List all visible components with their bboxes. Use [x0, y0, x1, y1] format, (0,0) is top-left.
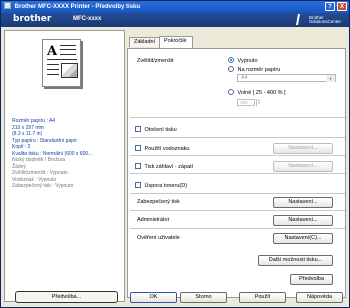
- summary-line: Zabezpečený tisk : Vypnuto: [12, 183, 74, 189]
- preview-image-icon: [61, 63, 78, 78]
- section-divider: [130, 193, 345, 194]
- fit-paper-option[interactable]: Na rozměr papíru: [228, 66, 280, 73]
- close-window-button[interactable]: X: [337, 2, 347, 11]
- toner-save-label: Úspora toneru(D): [144, 183, 188, 189]
- administrator-settings-button[interactable]: Nastavení...: [273, 215, 333, 226]
- scale-off-label: Vypnuto: [237, 58, 258, 64]
- header-footer-option[interactable]: Tisk záhlaví - zápatí: [135, 163, 193, 170]
- preview-line: [60, 45, 76, 46]
- paper-preview: A: [42, 39, 81, 87]
- section-divider: [130, 173, 345, 174]
- secure-print-label: Zabezpečený tisk: [137, 199, 180, 205]
- brother-brand-bar: brother MFC-xxxx Brother SolutionsCenter: [1, 13, 349, 27]
- section-divider: [130, 210, 345, 211]
- checkbox-icon[interactable]: [135, 145, 141, 151]
- other-print-options-button[interactable]: Další možnosti tisku...: [258, 255, 333, 266]
- checkbox-icon[interactable]: [135, 163, 141, 169]
- spin-arrow-icon[interactable]: ▲ ▼: [256, 99, 261, 106]
- secure-print-settings-button[interactable]: Nastavení...: [273, 197, 333, 208]
- paper-size-select[interactable]: A4 ▼: [237, 74, 336, 82]
- watermark-settings-button[interactable]: Nastavení...: [273, 143, 333, 154]
- left-default-button[interactable]: Předvolba...: [15, 291, 118, 303]
- reverse-print-label: Otočení tisku: [144, 127, 177, 133]
- preview-line: [60, 54, 76, 55]
- print-preferences-window: Brother MFC-XXXX Printer - Předvolby tis…: [0, 0, 350, 308]
- checkbox-icon[interactable]: [135, 126, 141, 132]
- section-divider: [130, 228, 345, 229]
- header-footer-label: Tisk záhlaví - zápatí: [144, 164, 194, 170]
- help-button[interactable]: Nápověda: [296, 292, 343, 303]
- section-divider: [130, 137, 345, 138]
- tab-advanced[interactable]: Pokročilé: [159, 36, 193, 48]
- window-title: Brother MFC-XXXX Printer - Předvolby tis…: [14, 4, 141, 10]
- fit-paper-label: Na rozměr papíru: [237, 67, 281, 73]
- chevron-down-icon[interactable]: ▼: [326, 75, 335, 82]
- preview-line: [47, 64, 59, 65]
- solutions-center-label: SolutionsCenter: [308, 19, 341, 24]
- preview-line: [47, 74, 59, 75]
- watermark-option[interactable]: Použití vodoznaku: [135, 145, 189, 152]
- solutions-center-link[interactable]: Brother SolutionsCenter: [308, 15, 341, 24]
- scale-label: Zvětšit/zmenšit: [137, 58, 174, 64]
- settings-summary: Rozměr papíru : A4 210 x 297 mm (8.3 x 1…: [12, 118, 124, 190]
- tab-basic[interactable]: Základní: [129, 37, 160, 47]
- reverse-print-option[interactable]: Otočení tisku: [135, 126, 177, 133]
- toner-save-option[interactable]: Úspora toneru(D): [135, 182, 187, 189]
- radio-icon[interactable]: [228, 66, 234, 72]
- scale-off-option[interactable]: Vypnuto: [228, 57, 258, 64]
- preview-line: [47, 59, 77, 60]
- header-footer-settings-button[interactable]: Nastavení...: [273, 161, 333, 172]
- checkbox-icon[interactable]: [135, 182, 141, 188]
- advanced-default-button[interactable]: Předvolba: [290, 274, 333, 285]
- scale-percent-input[interactable]: 100: [237, 99, 255, 106]
- printer-icon: [4, 2, 11, 9]
- apply-button[interactable]: Použít: [239, 292, 286, 303]
- help-titlebar-button[interactable]: ?: [325, 2, 335, 11]
- cancel-button[interactable]: Storno: [180, 292, 227, 303]
- print-summary-panel: A Rozměr papíru : A4 210 x 297 mm (8.3 x…: [4, 30, 125, 303]
- free-scale-label: Volně [ 25 - 400 % ]: [237, 90, 286, 96]
- section-divider: [130, 117, 345, 118]
- radio-selected-icon[interactable]: [228, 57, 234, 63]
- solutions-center-icon: [296, 14, 306, 25]
- model-name: MFC-xxxx: [73, 16, 102, 22]
- preview-line: [60, 49, 76, 50]
- user-auth-settings-button[interactable]: Nastavení(C)...: [273, 233, 333, 244]
- user-auth-label: Ověření uživatele: [137, 235, 180, 241]
- section-divider: [130, 155, 345, 156]
- brother-logo: brother: [13, 14, 52, 24]
- administrator-label: Administrátor: [137, 217, 170, 223]
- preview-line: [47, 69, 59, 70]
- radio-icon[interactable]: [228, 89, 234, 95]
- advanced-settings-panel: Zvětšit/zmenšit Vypnuto Na rozměr papíru…: [127, 48, 346, 298]
- paper-size-value: A4: [241, 75, 248, 81]
- title-bar: Brother MFC-XXXX Printer - Předvolby tis…: [1, 1, 349, 13]
- free-scale-option[interactable]: Volně [ 25 - 400 % ]: [228, 89, 286, 96]
- preview-letter: A: [47, 44, 58, 59]
- ok-button[interactable]: OK: [130, 292, 177, 303]
- watermark-label: Použití vodoznaku: [144, 146, 190, 152]
